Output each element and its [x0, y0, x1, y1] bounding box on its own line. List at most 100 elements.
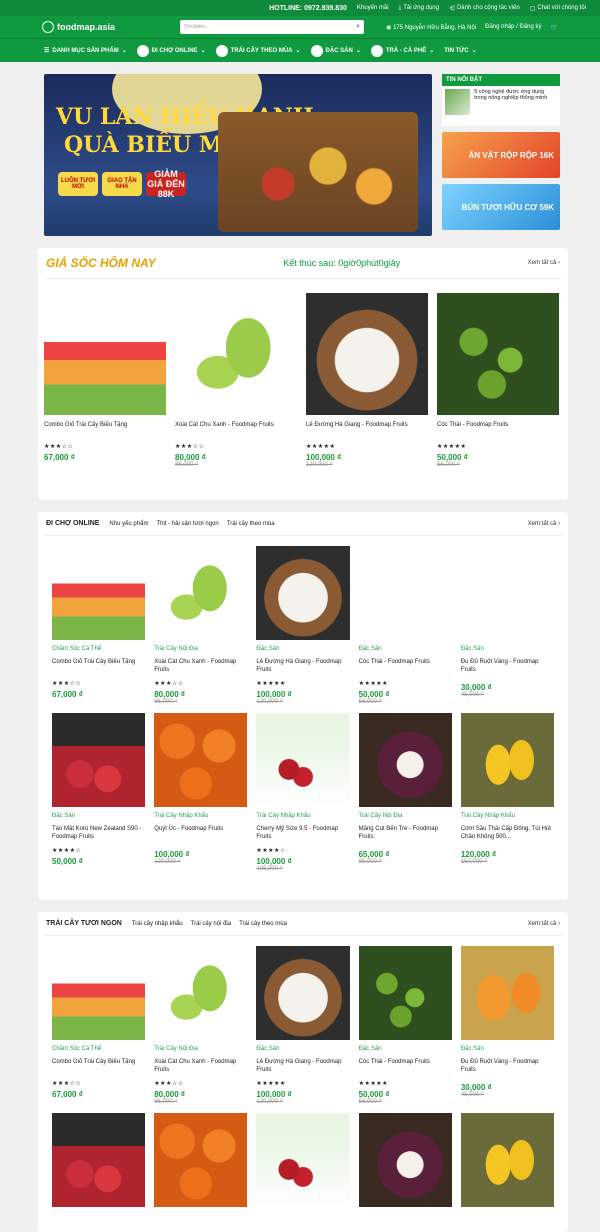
product-image[interactable] — [154, 946, 248, 1040]
tab-imported[interactable]: Trái cây nhập khẩu — [132, 921, 183, 927]
location[interactable]: ◉ 175 Nguyễn Hữu Bằng, Hà Nội — [386, 24, 476, 31]
product-image[interactable] — [358, 946, 452, 1040]
product-image[interactable] — [52, 713, 146, 807]
tab-seasonal[interactable]: Trái cây theo mùa — [239, 921, 287, 927]
product-card[interactable]: Đặc Sản Đu Đủ Ruột Vàng - Foodmap Fruits 3… — [460, 946, 555, 1105]
product-image[interactable] — [306, 293, 428, 415]
tab-seasonal-fruit[interactable]: Trái cây theo mùa — [227, 521, 275, 527]
product-name[interactable]: Combo Giỏ Trái Cây Biếu Tặng — [52, 1058, 145, 1080]
product-name[interactable]: Xoài Cát Chu Xanh - Foodmap Fruits — [154, 658, 247, 680]
hero-banner[interactable]: VU LAN HIẾU HẠNH QUÀ BIẾU MẸ CHA LUÔN TƯ… — [44, 74, 432, 236]
product-card[interactable] — [256, 1113, 350, 1207]
product-image[interactable] — [460, 713, 555, 807]
product-image[interactable] — [358, 713, 452, 807]
product-image[interactable] — [175, 293, 297, 415]
product-image[interactable] — [44, 293, 166, 415]
product-image[interactable] — [256, 713, 350, 807]
hotline[interactable]: HOTLINE: 0972.939.830 — [269, 5, 347, 12]
nav-seasonal[interactable]: TRÁI CÂY THEO MÙA ⌄ — [215, 44, 301, 57]
product-card[interactable]: Trái Cây Nhập Khẩu Cherry Mỹ Size 9.5 - F… — [256, 713, 350, 872]
product-name[interactable]: Đu Đủ Ruột Vàng - Foodmap Fruits — [461, 658, 554, 680]
product-card[interactable]: Đặc Sản Lê Đường Hà Giang - Foodmap Fruit… — [256, 946, 350, 1105]
product-card[interactable] — [460, 1113, 555, 1207]
tab-meat-seafood[interactable]: Thịt - hải sản tươi ngon — [156, 521, 218, 527]
product-name[interactable]: Đu Đủ Ruột Vàng - Foodmap Fruits — [461, 1058, 554, 1080]
promo-link[interactable]: Khuyến mãi — [357, 5, 389, 11]
product-name[interactable]: Xoài Cát Chu Xanh - Foodmap Fruits — [175, 421, 297, 443]
product-card[interactable] — [52, 1113, 146, 1207]
product-image[interactable] — [256, 946, 350, 1040]
rating-stars: ★★★★★ — [256, 681, 286, 687]
product-card[interactable]: Đặc Sản Lê Đường Hà Giang - Foodmap Fruit… — [256, 546, 350, 705]
product-card[interactable] — [154, 1113, 248, 1207]
product-name[interactable]: Măng Cụt Bến Tre - Foodmap Fruits — [359, 825, 452, 847]
product-card[interactable]: Đặc Sản Cóc Thái - Foodmap Fruits ★★★★★ 50,… — [358, 546, 452, 705]
product-card[interactable]: Chăm Sóc Cá Thể Combo Giỏ Trái Cây Biếu T… — [52, 546, 146, 705]
product-name[interactable]: Cóc Thái - Foodmap Fruits — [359, 1058, 452, 1080]
product-name[interactable]: Lê Đường Hà Giang - Foodmap Fruits — [306, 421, 428, 443]
product-image[interactable] — [154, 546, 248, 640]
download-app-link[interactable]: ⤓ Tải ứng dụng — [399, 5, 439, 12]
product-image[interactable] — [154, 1113, 248, 1207]
product-image[interactable] — [154, 713, 248, 807]
noodle-banner[interactable]: BÚN TƯƠI HỮU CƠ 59K — [442, 184, 560, 230]
product-card[interactable]: Trái Cây Nội Địa Măng Cụt Bến Tre - Foodm… — [358, 713, 452, 872]
product-card[interactable]: Đặc Sản Táo Mật Koru New Zealand S90 - Fo… — [52, 713, 146, 872]
product-name[interactable]: Xoài Cát Chu Xanh - Foodmap Fruits — [154, 1058, 247, 1080]
product-name[interactable]: Quýt Úc - Foodmap Fruits — [154, 825, 247, 847]
product-card[interactable]: Lê Đường Hà Giang - Foodmap Fruits ★★★★★ 1… — [306, 293, 428, 468]
product-image[interactable] — [437, 293, 559, 415]
product-name[interactable]: Táo Mật Koru New Zealand S90 - Foodmap F… — [52, 825, 145, 847]
view-all-link[interactable]: Xem tất cả › — [528, 521, 560, 527]
product-name[interactable]: Lê Đường Hà Giang - Foodmap Fruits — [256, 1058, 349, 1080]
tab-domestic[interactable]: Trái cây nội địa — [191, 921, 231, 927]
product-card[interactable]: Xoài Cát Chu Xanh - Foodmap Fruits ★★★☆☆ 8… — [175, 293, 297, 468]
news-item[interactable]: 5 công nghệ được ứng dụng trong nông ngh… — [442, 86, 560, 126]
product-image[interactable] — [256, 546, 350, 640]
product-name[interactable]: Cơm Sầu Thái Cấp Đông, Túi Hút Chân Khôn… — [461, 825, 554, 847]
nav-news[interactable]: TIN TỨC ⌄ — [444, 47, 476, 55]
product-image[interactable] — [460, 1113, 555, 1207]
product-card[interactable]: Trái Cây Nhập Khẩu Quýt Úc - Foodmap Frui… — [154, 713, 248, 872]
product-card[interactable]: Đặc Sản Đu Đủ Ruột Vàng - Foodmap Fruits 3… — [460, 546, 555, 705]
product-card[interactable]: Trái Cây Nội Địa Xoài Cát Chu Xanh - Food… — [154, 946, 248, 1105]
product-card[interactable]: Đặc Sản Cóc Thái - Foodmap Fruits ★★★★★ 50,… — [358, 946, 452, 1105]
product-name[interactable]: Cherry Mỹ Size 9.5 - Foodmap Fruits — [256, 825, 349, 847]
product-image[interactable] — [460, 546, 555, 640]
product-name[interactable]: Combo Giỏ Trái Cây Biếu Tặng — [44, 421, 166, 443]
cart-icon[interactable]: 🛒 — [551, 24, 558, 31]
view-all-link[interactable]: Xem tất cả › — [528, 260, 560, 266]
search-input[interactable]: Tìm kiếm... ⌕ — [180, 20, 364, 34]
product-image[interactable] — [52, 1113, 146, 1207]
nav-online[interactable]: ĐI CHỢ ONLINE ⌄ — [136, 44, 206, 57]
product-card[interactable] — [358, 1113, 452, 1207]
product-card[interactable]: Trái Cây Nhập Khẩu Cơm Sầu Thái Cấp Đông,… — [460, 713, 555, 872]
product-price: 100,000 ₫ — [256, 1090, 292, 1099]
main-nav: ☰ DANH MỤC SẢN PHẨM ⌄ ĐI CHỢ ONLINE ⌄ TRÁI … — [0, 38, 600, 62]
product-card[interactable]: Chăm Sóc Cá Thể Combo Giỏ Trái Cây Biếu T… — [52, 946, 146, 1105]
search-icon[interactable]: ⌕ — [356, 23, 360, 31]
product-image[interactable] — [52, 946, 146, 1040]
product-name[interactable]: Cóc Thái - Foodmap Fruits — [359, 658, 452, 680]
product-card[interactable]: Trái Cây Nội Địa Xoài Cát Chu Xanh - Food… — [154, 546, 248, 705]
logo[interactable]: foodmap.asia — [42, 21, 172, 33]
snack-banner[interactable]: ĂN VẶT RỘP RỘP 16K — [442, 132, 560, 178]
chat-link[interactable]: ▢ Chat với chúng tôi — [530, 5, 586, 12]
product-image[interactable] — [256, 1113, 350, 1207]
nav-tea-coffee[interactable]: TRÀ - CÀ PHÊ ⌄ — [370, 44, 434, 57]
view-all-link[interactable]: Xem tất cả › — [528, 921, 560, 927]
product-name[interactable]: Cóc Thái - Foodmap Fruits — [437, 421, 559, 443]
affiliate-link[interactable]: ⋲ Dành cho cộng tác viên — [449, 5, 520, 12]
product-image[interactable] — [52, 546, 146, 640]
product-name[interactable]: Lê Đường Hà Giang - Foodmap Fruits — [256, 658, 349, 680]
nav-categories[interactable]: ☰ DANH MỤC SẢN PHẨM ⌄ — [44, 47, 127, 55]
product-image[interactable] — [358, 546, 452, 640]
nav-specialty[interactable]: ĐẶC SẢN ⌄ — [310, 44, 361, 57]
product-card[interactable]: Combo Giỏ Trái Cây Biếu Tặng ★★★☆☆ 67,000 … — [44, 293, 166, 468]
login-link[interactable]: Đăng nhập / Đăng ký — [485, 24, 541, 30]
product-name[interactable]: Combo Giỏ Trái Cây Biếu Tặng — [52, 658, 145, 680]
tab-essentials[interactable]: Nhu yếu phẩm — [109, 521, 148, 527]
product-card[interactable]: Cóc Thái - Foodmap Fruits ★★★★★ 50,000 ₫ 56… — [437, 293, 559, 468]
product-image[interactable] — [460, 946, 555, 1040]
product-image[interactable] — [358, 1113, 452, 1207]
